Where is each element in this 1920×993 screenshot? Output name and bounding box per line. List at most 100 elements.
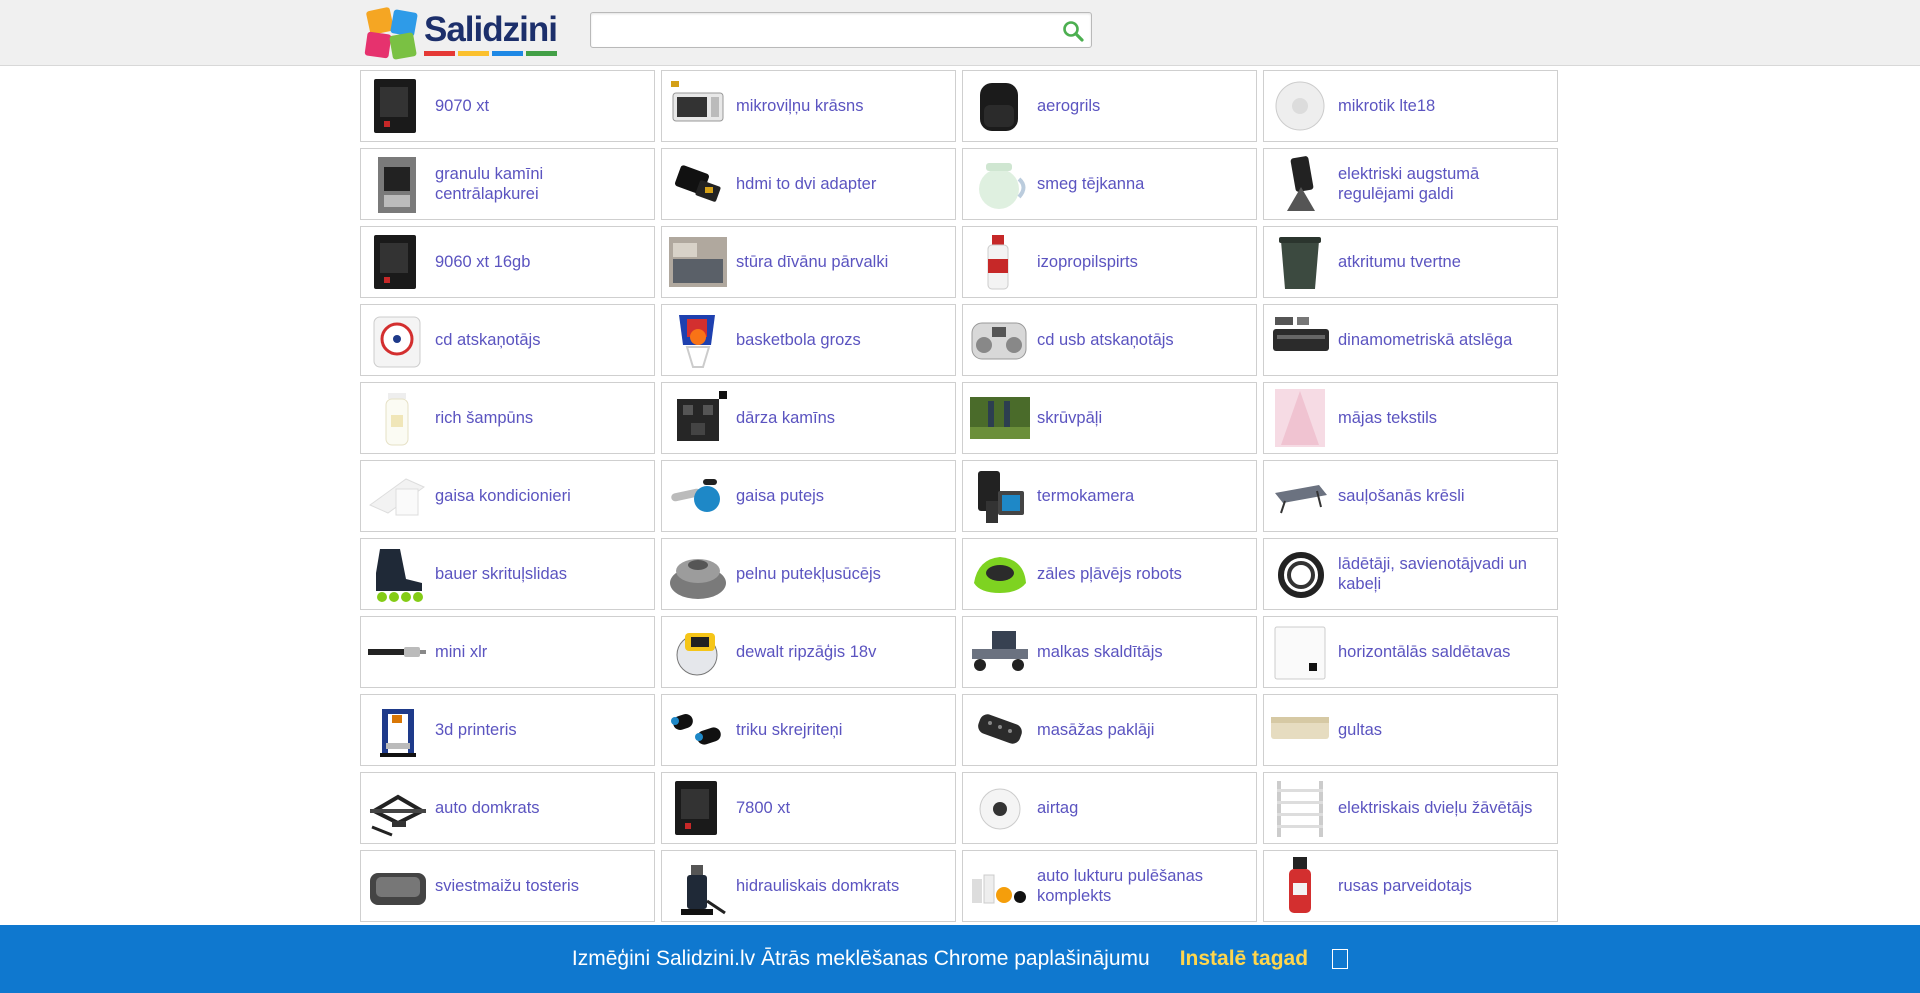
product-card[interactable]: auto domkrats [360, 772, 655, 844]
product-link-label[interactable]: mājas tekstils [1338, 408, 1451, 428]
install-now-link[interactable]: Instalē tagad [1180, 947, 1308, 971]
product-card[interactable]: aerogrils [962, 70, 1257, 142]
product-card[interactable]: auto lukturu pulēšanas komplekts [962, 850, 1257, 922]
product-link-label[interactable]: pelnu putekļusūcējs [736, 564, 895, 584]
product-link-label[interactable]: granulu kamīni centrālapkurei [435, 164, 654, 204]
product-card[interactable]: zāles pļāvējs robots [962, 538, 1257, 610]
product-link-label[interactable]: 3d printeris [435, 720, 531, 740]
product-link-label[interactable]: elektriski augstumā regulējami galdi [1338, 164, 1557, 204]
product-link-label[interactable]: elektriskais dvieļu žāvētājs [1338, 798, 1546, 818]
product-card[interactable]: 9060 xt 16gb [360, 226, 655, 298]
product-link-label[interactable]: 7800 xt [736, 798, 804, 818]
product-card[interactable]: elektriskais dvieļu žāvētājs [1263, 772, 1558, 844]
product-link-label[interactable]: aerogrils [1037, 96, 1114, 116]
product-link-label[interactable]: bauer skrituļslidas [435, 564, 581, 584]
product-link-label[interactable]: airtag [1037, 798, 1092, 818]
product-link-label[interactable]: mikroviļņu krāsns [736, 96, 877, 116]
product-card[interactable]: dewalt ripzāģis 18v [661, 616, 956, 688]
product-link-label[interactable]: izopropilspirts [1037, 252, 1152, 272]
product-card[interactable]: mikrotik lte18 [1263, 70, 1558, 142]
product-card[interactable]: horizontālās saldētavas [1263, 616, 1558, 688]
search-input[interactable] [599, 14, 1039, 46]
product-card[interactable]: sauļošanās krēsli [1263, 460, 1558, 532]
product-card[interactable]: triku skrejriteņi [661, 694, 956, 766]
product-link-label[interactable]: triku skrejriteņi [736, 720, 856, 740]
product-card[interactable]: hdmi to dvi adapter [661, 148, 956, 220]
product-card[interactable]: skrūvpāļi [962, 382, 1257, 454]
product-link-label[interactable]: sauļošanās krēsli [1338, 486, 1479, 506]
product-link-label[interactable]: auto lukturu pulēšanas komplekts [1037, 866, 1256, 906]
product-link-label[interactable]: zāles pļāvējs robots [1037, 564, 1196, 584]
product-link-label[interactable]: 9060 xt 16gb [435, 252, 544, 272]
product-card[interactable]: elektriski augstumā regulējami galdi [1263, 148, 1558, 220]
robot-mower-icon [968, 543, 1030, 605]
product-card[interactable]: rich šampūns [360, 382, 655, 454]
sandwich-toaster-icon [366, 855, 428, 917]
product-link-label[interactable]: malkas skaldītājs [1037, 642, 1177, 662]
product-link-label[interactable]: rusas parveidotajs [1338, 876, 1486, 896]
product-card[interactable]: basketbola grozs [661, 304, 956, 376]
product-link-label[interactable]: termokamera [1037, 486, 1148, 506]
product-card[interactable]: 9070 xt [360, 70, 655, 142]
product-link-label[interactable]: dinamometriskā atslēga [1338, 330, 1526, 350]
product-link-label[interactable]: skrūvpāļi [1037, 408, 1116, 428]
product-link-label[interactable]: atkritumu tvertne [1338, 252, 1475, 272]
product-link-label[interactable]: rich šampūns [435, 408, 547, 428]
product-link-label[interactable]: cd atskaņotājs [435, 330, 554, 350]
product-card[interactable]: lādētāji, savienotājvadi un kabeļi [1263, 538, 1558, 610]
product-link-label[interactable]: gaisa kondicionieri [435, 486, 585, 506]
product-link-label[interactable]: dārza kamīns [736, 408, 849, 428]
product-card[interactable]: 3d printeris [360, 694, 655, 766]
product-card[interactable]: mājas tekstils [1263, 382, 1558, 454]
product-card[interactable]: hidrauliskais domkrats [661, 850, 956, 922]
adapter-icon [667, 153, 729, 215]
air-conditioner-icon [366, 465, 428, 527]
product-link-label[interactable]: sviestmaižu tosteris [435, 876, 593, 896]
product-card[interactable]: granulu kamīni centrālapkurei [360, 148, 655, 220]
product-link-label[interactable]: stūra dīvānu pārvalki [736, 252, 902, 272]
product-card[interactable]: bauer skrituļslidas [360, 538, 655, 610]
product-link-label[interactable]: mikrotik lte18 [1338, 96, 1449, 116]
product-card[interactable]: pelnu putekļusūcējs [661, 538, 956, 610]
product-link-label[interactable]: masāžas paklāji [1037, 720, 1168, 740]
product-card[interactable]: termokamera [962, 460, 1257, 532]
close-icon[interactable] [1332, 949, 1349, 969]
product-link-label[interactable]: hdmi to dvi adapter [736, 174, 890, 194]
product-card[interactable]: airtag [962, 772, 1257, 844]
product-link-label[interactable]: 9070 xt [435, 96, 503, 116]
product-card[interactable]: stūra dīvānu pārvalki [661, 226, 956, 298]
product-link-label[interactable]: basketbola grozs [736, 330, 875, 350]
product-card[interactable]: smeg tējkanna [962, 148, 1257, 220]
product-link-label[interactable]: gultas [1338, 720, 1396, 740]
product-card[interactable]: sviestmaižu tosteris [360, 850, 655, 922]
product-link-label[interactable]: dewalt ripzāģis 18v [736, 642, 890, 662]
product-card[interactable]: gaisa kondicionieri [360, 460, 655, 532]
product-link-label[interactable]: lādētāji, savienotājvadi un kabeļi [1338, 554, 1557, 594]
product-card[interactable]: gultas [1263, 694, 1558, 766]
product-link-label[interactable]: hidrauliskais domkrats [736, 876, 913, 896]
product-link-label[interactable]: smeg tējkanna [1037, 174, 1158, 194]
product-card[interactable]: masāžas paklāji [962, 694, 1257, 766]
site-logo[interactable]: Salidzini [364, 6, 574, 60]
search-icon[interactable] [1059, 17, 1087, 45]
product-card[interactable]: dinamometriskā atslēga [1263, 304, 1558, 376]
product-card[interactable]: rusas parveidotajs [1263, 850, 1558, 922]
gpu-box-icon [667, 777, 729, 839]
product-link-label[interactable]: mini xlr [435, 642, 501, 662]
product-card[interactable]: cd atskaņotājs [360, 304, 655, 376]
product-card[interactable]: mini xlr [360, 616, 655, 688]
product-card[interactable]: gaisa putejs [661, 460, 956, 532]
product-link-label[interactable]: cd usb atskaņotājs [1037, 330, 1188, 350]
product-link-label[interactable]: auto domkrats [435, 798, 554, 818]
product-card[interactable]: atkritumu tvertne [1263, 226, 1558, 298]
product-card[interactable]: mikroviļņu krāsns [661, 70, 956, 142]
product-card[interactable]: malkas skaldītājs [962, 616, 1257, 688]
product-card[interactable]: dārza kamīns [661, 382, 956, 454]
3d-printer-icon [366, 699, 428, 761]
product-link-label[interactable]: horizontālās saldētavas [1338, 642, 1524, 662]
product-card[interactable]: cd usb atskaņotājs [962, 304, 1257, 376]
product-link-label[interactable]: gaisa putejs [736, 486, 838, 506]
microwave-icon [667, 75, 729, 137]
product-card[interactable]: 7800 xt [661, 772, 956, 844]
product-card[interactable]: izopropilspirts [962, 226, 1257, 298]
